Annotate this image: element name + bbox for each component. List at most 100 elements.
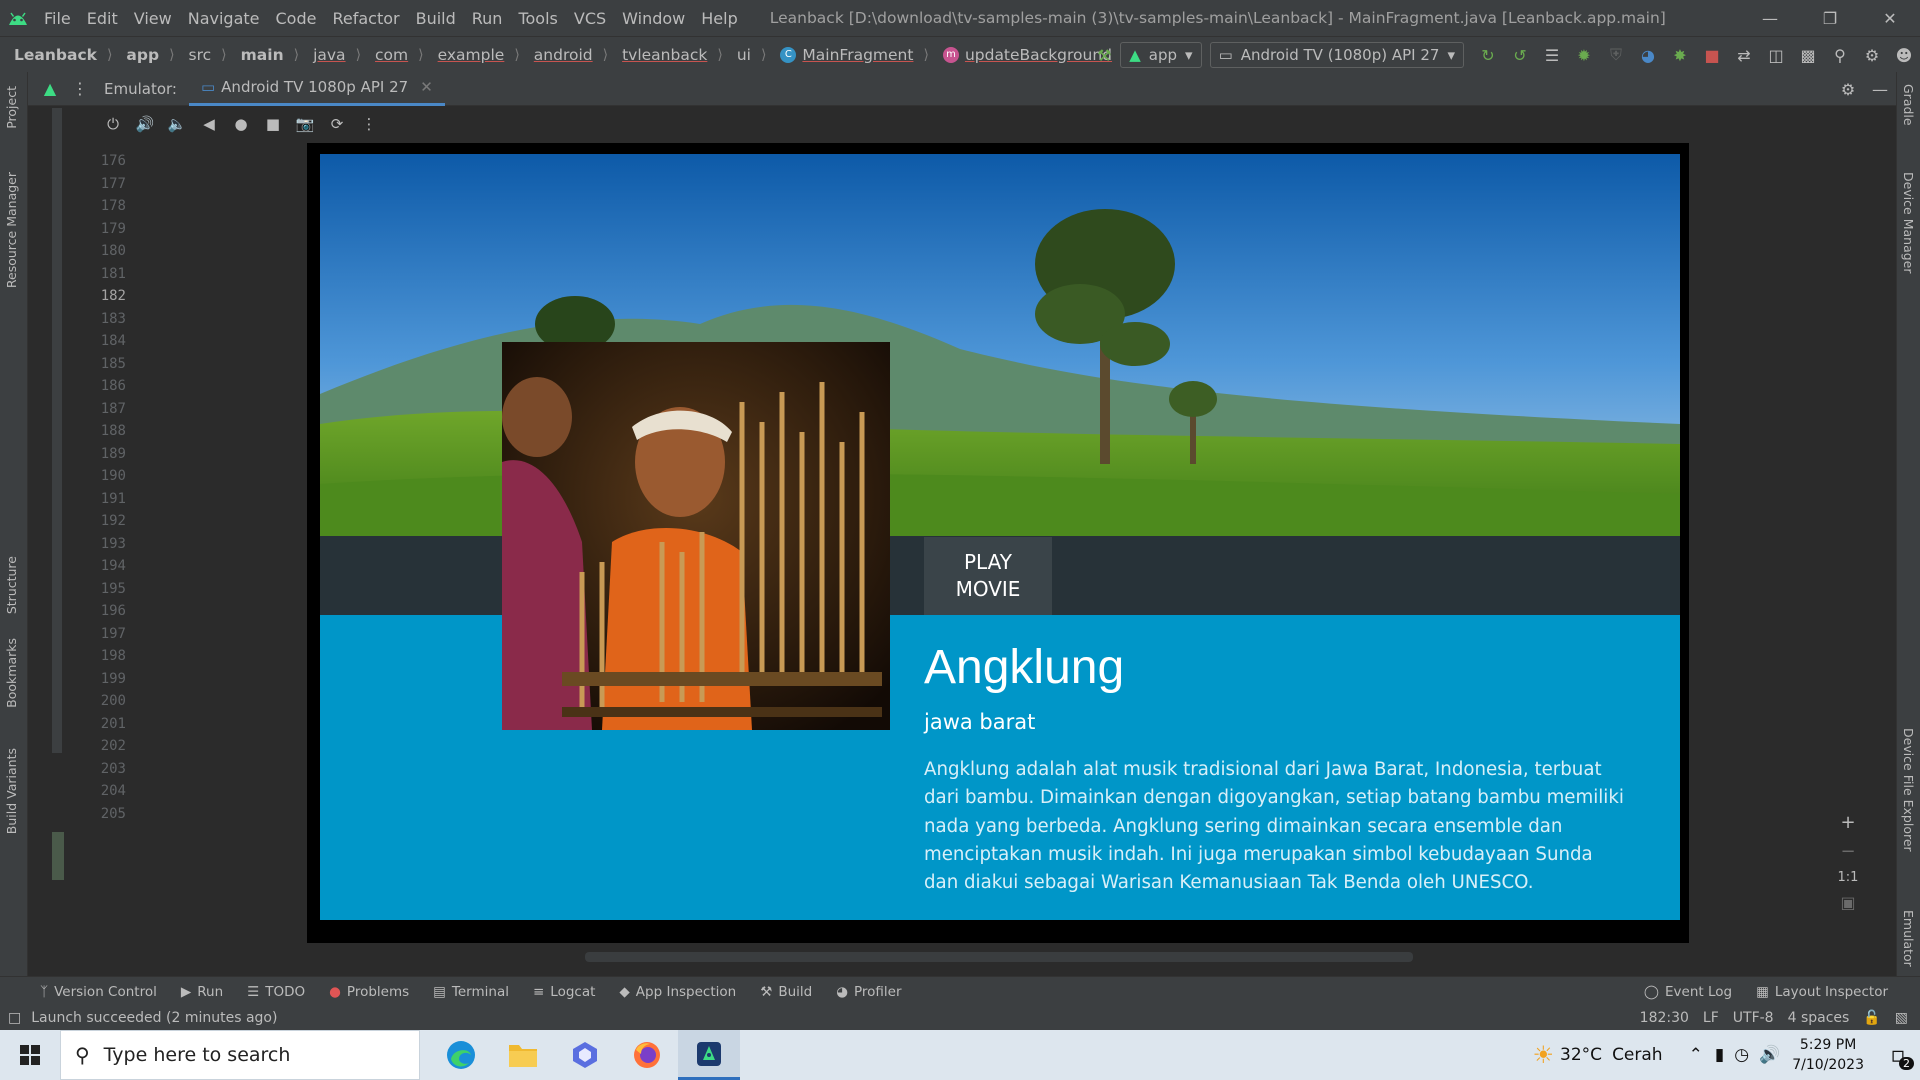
snapshot-icon[interactable]: ⟳ <box>324 108 350 140</box>
android-studio-taskbar-icon[interactable] <box>678 1030 740 1080</box>
tab-structure[interactable]: Structure <box>4 556 19 614</box>
file-encoding[interactable]: UTF-8 <box>1733 1010 1774 1026</box>
close-window-button[interactable]: ✕ <box>1860 0 1920 36</box>
tool-layout-inspector[interactable]: ▦ Layout Inspector <box>1744 984 1900 1000</box>
menu-run[interactable]: Run <box>464 9 511 28</box>
horizontal-scrollbar[interactable] <box>585 952 1413 962</box>
breadcrumb-app[interactable]: app ⟩ <box>112 46 174 64</box>
breadcrumb-tvleanback[interactable]: tvleanback ⟩ <box>608 46 723 64</box>
file-explorer-icon[interactable] <box>492 1030 554 1080</box>
line-separator[interactable]: LF <box>1703 1010 1719 1026</box>
lock-icon[interactable]: 🔓 <box>1863 1010 1880 1026</box>
profile-gauge-icon[interactable]: ◕ <box>1632 37 1664 73</box>
close-tab-icon[interactable]: ✕ <box>420 78 433 96</box>
taskbar-clock[interactable]: 5:29 PM 7/10/2023 <box>1792 1035 1864 1075</box>
caret-position[interactable]: 182:30 <box>1640 1010 1689 1026</box>
volume-icon[interactable]: 🔊 <box>1759 1045 1780 1065</box>
volume-down-icon[interactable]: 🔈 <box>164 108 190 140</box>
overview-icon[interactable]: ■ <box>260 108 286 140</box>
more-options-icon[interactable]: ⋮ <box>356 108 382 140</box>
tool-todo[interactable]: ☰ TODO <box>235 984 317 1000</box>
tool-version-control[interactable]: ᛉ Version Control <box>0 984 169 1000</box>
minimize-button[interactable]: — <box>1740 0 1800 36</box>
menu-code[interactable]: Code <box>268 9 325 28</box>
actual-size-button[interactable]: 1:1 <box>1838 870 1859 885</box>
breadcrumb-updatebackground[interactable]: m updateBackground <box>929 46 1112 64</box>
start-button[interactable] <box>0 1030 60 1080</box>
indent-setting[interactable]: 4 spaces <box>1788 1010 1850 1026</box>
fit-screen-icon[interactable]: ▣ <box>1840 893 1855 912</box>
breadcrumb-src[interactable]: src ⟩ <box>175 46 227 64</box>
back-icon[interactable]: ◀ <box>196 108 222 140</box>
breadcrumb-example[interactable]: example ⟩ <box>424 46 520 64</box>
menu-tools[interactable]: Tools <box>510 9 565 28</box>
tab-device-file-explorer[interactable]: Device File Explorer <box>1901 728 1916 852</box>
zoom-out-button[interactable]: − <box>1840 841 1855 862</box>
menu-help[interactable]: Help <box>693 9 745 28</box>
screenshot-camera-icon[interactable]: 📷 <box>292 108 318 140</box>
weather-sun-icon[interactable]: ☀ <box>1533 1041 1555 1069</box>
menu-build[interactable]: Build <box>408 9 464 28</box>
tab-project[interactable]: Project <box>4 86 19 129</box>
show-hidden-icons-chevron-icon[interactable]: ⌃ <box>1689 1045 1703 1065</box>
run-menu-icon[interactable]: ☰ <box>1536 37 1568 73</box>
tab-gradle[interactable]: Gradle <box>1901 84 1916 126</box>
memory-indicator-icon[interactable]: ▧ <box>1895 1010 1908 1026</box>
tab-device-manager[interactable]: Device Manager <box>1901 172 1916 274</box>
home-icon[interactable]: ● <box>228 108 254 140</box>
battery-icon[interactable]: ▮ <box>1715 1045 1724 1065</box>
sdk-manager-icon[interactable]: ▩ <box>1792 37 1824 73</box>
menu-file[interactable]: File <box>36 9 79 28</box>
breadcrumb-java[interactable]: java ⟩ <box>299 46 361 64</box>
menu-refactor[interactable]: Refactor <box>324 9 407 28</box>
tool-problems[interactable]: ● Problems <box>317 984 421 1000</box>
breadcrumb-ui[interactable]: ui ⟩ <box>723 46 767 64</box>
breadcrumb-main[interactable]: main ⟩ <box>227 46 299 64</box>
settings-gear-icon[interactable]: ⚙ <box>1856 37 1888 73</box>
emulator-settings-gear-icon[interactable]: ⚙ <box>1832 71 1864 107</box>
power-icon[interactable]: ⏻ <box>100 108 126 140</box>
make-project-hammer-icon[interactable]: ⚒ <box>1088 37 1120 73</box>
edge-browser-icon[interactable] <box>430 1030 492 1080</box>
wifi-icon[interactable]: ◷ <box>1734 1045 1749 1065</box>
tool-logcat[interactable]: ≡ Logcat <box>521 984 607 1000</box>
avd-manager-icon[interactable]: ◫ <box>1760 37 1792 73</box>
coverage-shield-icon[interactable]: ⛨ <box>1600 37 1632 73</box>
tool-app-inspection[interactable]: ◆ App Inspection <box>607 984 748 1000</box>
copilot-app-icon[interactable] <box>554 1030 616 1080</box>
menu-edit[interactable]: Edit <box>79 9 126 28</box>
options-kebab-icon[interactable]: ⋮ <box>72 71 88 107</box>
play-movie-button[interactable]: PLAY MOVIE <box>924 537 1052 615</box>
tab-build-variants[interactable]: Build Variants <box>4 748 19 834</box>
zoom-in-button[interactable]: + <box>1840 812 1855 833</box>
search-icon[interactable]: ⚲ <box>1824 37 1856 73</box>
breadcrumb-mainfragment[interactable]: C MainFragment ⟩ <box>766 46 929 64</box>
taskbar-search-box[interactable]: ⚲ Type here to search <box>60 1030 420 1080</box>
debug-bug-icon[interactable]: ✹ <box>1568 37 1600 73</box>
breadcrumb-project[interactable]: Leanback ⟩ <box>0 46 112 64</box>
stop-icon[interactable]: ■ <box>1696 37 1728 73</box>
status-toggle-icon[interactable]: □ <box>8 1010 21 1026</box>
menu-vcs[interactable]: VCS <box>566 9 614 28</box>
weather-description[interactable]: Cerah <box>1612 1045 1663 1065</box>
tool-run[interactable]: ▶ Run <box>169 984 235 1000</box>
notification-center-button[interactable]: ▫ 2 <box>1876 1030 1920 1080</box>
sync-gradle-icon[interactable]: ⇄ <box>1728 37 1760 73</box>
menu-navigate[interactable]: Navigate <box>180 9 268 28</box>
weather-temperature[interactable]: 32°C <box>1560 1045 1602 1065</box>
hide-panel-icon[interactable]: — <box>1864 71 1896 107</box>
tool-terminal[interactable]: ▤ Terminal <box>421 984 521 1000</box>
tab-resource-manager[interactable]: Resource Manager <box>4 172 19 288</box>
apply-code-changes-icon[interactable]: ↺ <box>1504 37 1536 73</box>
device-dropdown[interactable]: ▭ Android TV (1080p) API 27 ▾ <box>1209 42 1464 68</box>
menu-view[interactable]: View <box>126 9 180 28</box>
volume-up-icon[interactable]: 🔊 <box>132 108 158 140</box>
account-avatar-icon[interactable]: ☻ <box>1888 37 1920 73</box>
apply-changes-restart-icon[interactable]: ↻ <box>1472 37 1504 73</box>
firefox-icon[interactable] <box>616 1030 678 1080</box>
attach-debugger-icon[interactable]: ✸ <box>1664 37 1696 73</box>
tab-emulator[interactable]: Emulator <box>1901 910 1916 967</box>
tab-bookmarks[interactable]: Bookmarks <box>4 638 19 708</box>
run-config-dropdown[interactable]: ▲ app ▾ <box>1120 42 1202 68</box>
tab-emulator-device[interactable]: ▭ Android TV 1080p API 27 ✕ <box>188 72 445 106</box>
